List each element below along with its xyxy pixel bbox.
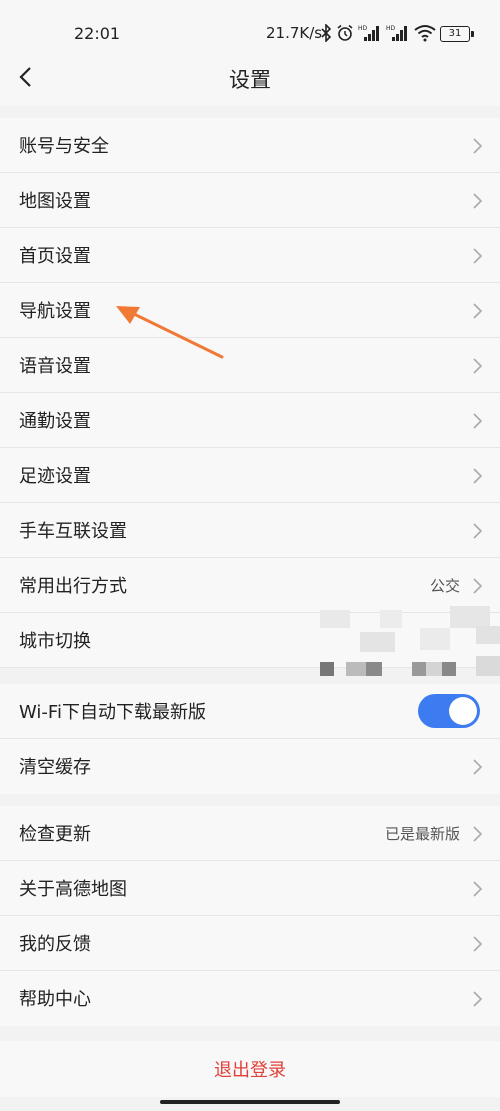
chevron-right-icon	[472, 935, 484, 953]
row-label: 地图设置	[19, 191, 91, 212]
svg-text:HD: HD	[386, 25, 396, 32]
chevron-right-icon	[472, 467, 484, 485]
signal-hd-icon: HD	[358, 24, 382, 42]
nav-bar: 设置	[0, 56, 500, 106]
row-label: 帮助中心	[19, 989, 91, 1010]
settings-row-clear-cache[interactable]: 清空缓存	[0, 739, 500, 794]
row-value: 公交	[429, 577, 460, 595]
status-bar: 22:01 21.7K/s HD HD 31	[0, 0, 500, 56]
settings-row-footprint[interactable]: 足迹设置	[0, 448, 500, 503]
row-label: Wi-Fi下自动下载最新版	[19, 702, 206, 723]
logout-label: 退出登录	[214, 1060, 286, 1081]
row-label: 关于高德地图	[19, 879, 127, 900]
signal-hd-icon: HD	[386, 24, 410, 42]
chevron-right-icon	[472, 412, 484, 430]
svg-text:HD: HD	[358, 25, 368, 32]
settings-row-car-connect[interactable]: 手车互联设置	[0, 503, 500, 558]
status-time: 22:01	[74, 24, 121, 43]
toggle-knob	[449, 697, 477, 725]
row-label: 清空缓存	[19, 757, 91, 778]
settings-group-download: Wi-Fi下自动下载最新版 清空缓存	[0, 684, 500, 794]
chevron-right-icon	[472, 247, 484, 265]
chevron-right-icon	[472, 758, 484, 776]
page-title: 设置	[229, 68, 271, 92]
row-label: 足迹设置	[19, 466, 91, 487]
row-label: 语音设置	[19, 356, 91, 377]
settings-row-account-security[interactable]: 账号与安全	[0, 118, 500, 173]
chevron-right-icon	[472, 302, 484, 320]
logout-button[interactable]: 退出登录	[0, 1041, 500, 1097]
chevron-right-icon	[472, 825, 484, 843]
settings-row-map[interactable]: 地图设置	[0, 173, 500, 228]
row-label: 首页设置	[19, 246, 91, 267]
settings-row-wifi-autodownload: Wi-Fi下自动下载最新版	[0, 684, 500, 739]
chevron-right-icon	[472, 137, 484, 155]
chevron-right-icon	[472, 990, 484, 1008]
settings-row-feedback[interactable]: 我的反馈	[0, 916, 500, 971]
battery-icon: 31	[440, 26, 474, 42]
row-label: 导航设置	[19, 301, 91, 322]
settings-row-help[interactable]: 帮助中心	[0, 971, 500, 1026]
row-value: 已是最新版	[384, 825, 460, 843]
bluetooth-icon	[320, 24, 332, 42]
home-indicator	[160, 1100, 340, 1104]
wifi-autodownload-toggle[interactable]	[418, 694, 480, 728]
row-label: 我的反馈	[19, 934, 91, 955]
status-icons: HD HD	[320, 22, 436, 44]
row-label: 通勤设置	[19, 411, 91, 432]
row-label: 检查更新	[19, 824, 91, 845]
alarm-icon	[336, 24, 354, 42]
settings-row-check-update[interactable]: 检查更新 已是最新版	[0, 806, 500, 861]
wifi-icon	[414, 24, 436, 42]
chevron-right-icon	[472, 880, 484, 898]
settings-row-navigation[interactable]: 导航设置	[0, 283, 500, 338]
row-label: 账号与安全	[19, 136, 109, 157]
chevron-right-icon	[472, 192, 484, 210]
settings-row-about[interactable]: 关于高德地图	[0, 861, 500, 916]
settings-group-main: 账号与安全 地图设置 首页设置 导航设置 语音设置 通勤设置 足迹设置 手车互联…	[0, 118, 500, 676]
annotation-arrow	[110, 300, 230, 366]
settings-row-commute[interactable]: 通勤设置	[0, 393, 500, 448]
row-label: 常用出行方式	[19, 576, 127, 597]
chevron-right-icon	[472, 577, 484, 595]
row-label: 手车互联设置	[19, 521, 127, 542]
chevron-right-icon	[472, 522, 484, 540]
row-label: 城市切换	[19, 631, 91, 652]
chevron-right-icon	[472, 357, 484, 375]
settings-row-voice[interactable]: 语音设置	[0, 338, 500, 393]
settings-group-about: 检查更新 已是最新版 关于高德地图 我的反馈 帮助中心	[0, 806, 500, 1026]
network-speed: 21.7K/s	[266, 24, 323, 42]
settings-row-home[interactable]: 首页设置	[0, 228, 500, 283]
